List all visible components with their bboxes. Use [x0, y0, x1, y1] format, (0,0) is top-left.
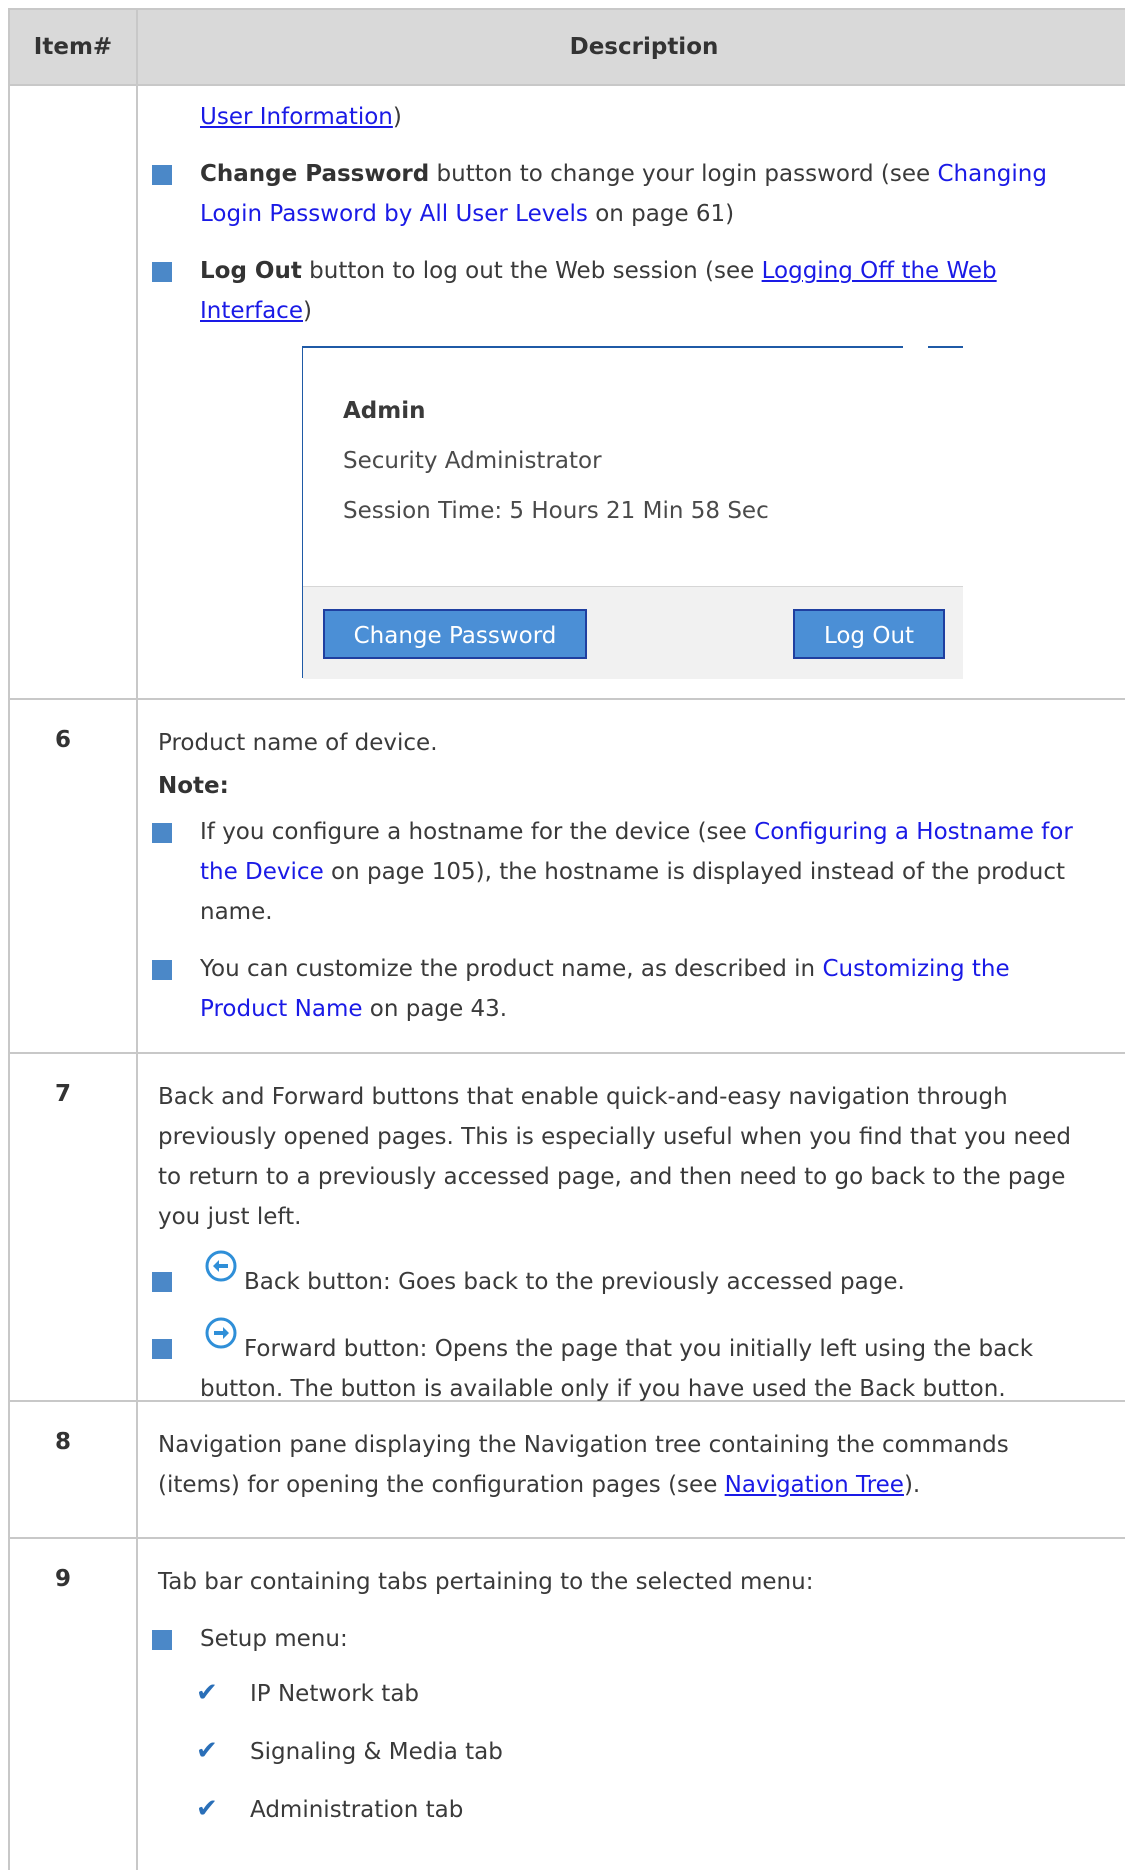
popup-user-level: Security Administrator — [343, 448, 602, 474]
link-customizing-product-name[interactable]: Customizing the — [822, 956, 1009, 982]
popup-user-name: Admin — [343, 398, 426, 424]
row9-line1: Tab bar containing tabs pertaining to th… — [158, 1569, 814, 1595]
row5-bullet1-line1: Change Password button to change your lo… — [200, 161, 1047, 187]
row9-check-item: IP Network tab — [250, 1681, 420, 1707]
popup-footer: Change Password Log Out — [303, 586, 963, 679]
row6-bullet2-line1: You can customize the product name, as d… — [200, 956, 1010, 982]
arrow-left-circle-icon — [205, 1250, 237, 1282]
row9-check-item: Administration tab — [250, 1797, 464, 1823]
bullet-marker — [152, 823, 172, 843]
row7-para-line2: previously opened pages. This is especia… — [158, 1124, 1071, 1150]
row-number-9: 9 — [54, 1566, 71, 1592]
link-logging-off-web[interactable]: Logging Off the Web — [762, 258, 997, 284]
row5-bullet2-line2: Interface) — [200, 298, 312, 324]
row6-bullet1-line3: name. — [200, 899, 273, 925]
row7-para-line1: Back and Forward buttons that enable qui… — [158, 1084, 1008, 1110]
link-changing-login-password[interactable]: Changing — [938, 161, 1047, 187]
link-changing-login-password-cont[interactable]: Login Password by All User Levels — [200, 201, 588, 227]
user-info-popup-screenshot: Admin Security Administrator Session Tim… — [302, 346, 963, 679]
bullet-marker — [152, 262, 172, 282]
row8-line2: (items) for opening the configuration pa… — [158, 1472, 921, 1498]
popup-top-border — [593, 346, 903, 348]
link-configuring-hostname-cont[interactable]: the Device — [200, 859, 324, 885]
row7-para-line4: you just left. — [158, 1204, 302, 1230]
popup-top-border — [928, 346, 963, 348]
row7-forward-line2: button. The button is available only if … — [200, 1376, 1006, 1402]
bullet-marker — [152, 1630, 172, 1650]
table-header-row: Item# Description — [10, 10, 1125, 86]
link-user-information[interactable]: User Information — [200, 104, 393, 130]
row6-note: Note: — [158, 773, 229, 799]
row5-continuation: User Information) — [200, 104, 402, 130]
row7-forward-line1: Forward button: Opens the page that you … — [244, 1336, 1034, 1362]
row-number-6: 6 — [54, 727, 71, 753]
row6-bullet1-line2: the Device on page 105), the hostname is… — [200, 859, 1066, 885]
checkmark-icon: ✔ — [196, 1678, 218, 1708]
row-separator — [10, 698, 1125, 700]
link-navigation-tree[interactable]: Navigation Tree — [725, 1472, 904, 1498]
row9-check-item: Signaling & Media tab — [250, 1739, 503, 1765]
bullet-marker — [152, 1272, 172, 1292]
row7-para-line3: to return to a previously accessed page,… — [158, 1164, 1066, 1190]
bullet-marker — [152, 1339, 172, 1359]
column-divider — [136, 10, 138, 1870]
row6-line1: Product name of device. — [158, 730, 438, 756]
row-separator — [10, 1537, 1125, 1539]
checkmark-icon: ✔ — [196, 1736, 218, 1766]
row8-line1: Navigation pane displaying the Navigatio… — [158, 1432, 1009, 1458]
row9-bullet-setup-menu: Setup menu: — [200, 1626, 348, 1652]
header-description: Description — [569, 34, 719, 60]
popup-session-time: Session Time: 5 Hours 21 Min 58 Sec — [343, 498, 769, 524]
link-customizing-product-name-cont[interactable]: Product Name — [200, 996, 363, 1022]
row7-back-text: Back button: Goes back to the previously… — [244, 1269, 905, 1295]
link-logging-off-web-cont[interactable]: Interface — [200, 298, 303, 324]
checkmark-icon: ✔ — [196, 1794, 218, 1824]
row6-bullet1-line1: If you configure a hostname for the devi… — [200, 819, 1073, 845]
header-item-number: Item# — [33, 34, 113, 60]
arrow-right-circle-icon — [205, 1317, 237, 1349]
link-configuring-hostname[interactable]: Configuring a Hostname for — [754, 819, 1073, 845]
row5-bullet1-line2: Login Password by All User Levels on pag… — [200, 201, 735, 227]
bullet-marker — [152, 165, 172, 185]
row-number-8: 8 — [54, 1429, 71, 1455]
popup-top-border — [303, 346, 593, 348]
logout-button[interactable]: Log Out — [793, 609, 945, 659]
row6-bullet2-line2: Product Name on page 43. — [200, 996, 508, 1022]
change-password-button[interactable]: Change Password — [323, 609, 587, 659]
row-separator — [10, 1052, 1125, 1054]
bullet-marker — [152, 960, 172, 980]
row-number-7: 7 — [54, 1081, 71, 1107]
row5-bullet2-line1: Log Out button to log out the Web sessio… — [200, 258, 997, 284]
